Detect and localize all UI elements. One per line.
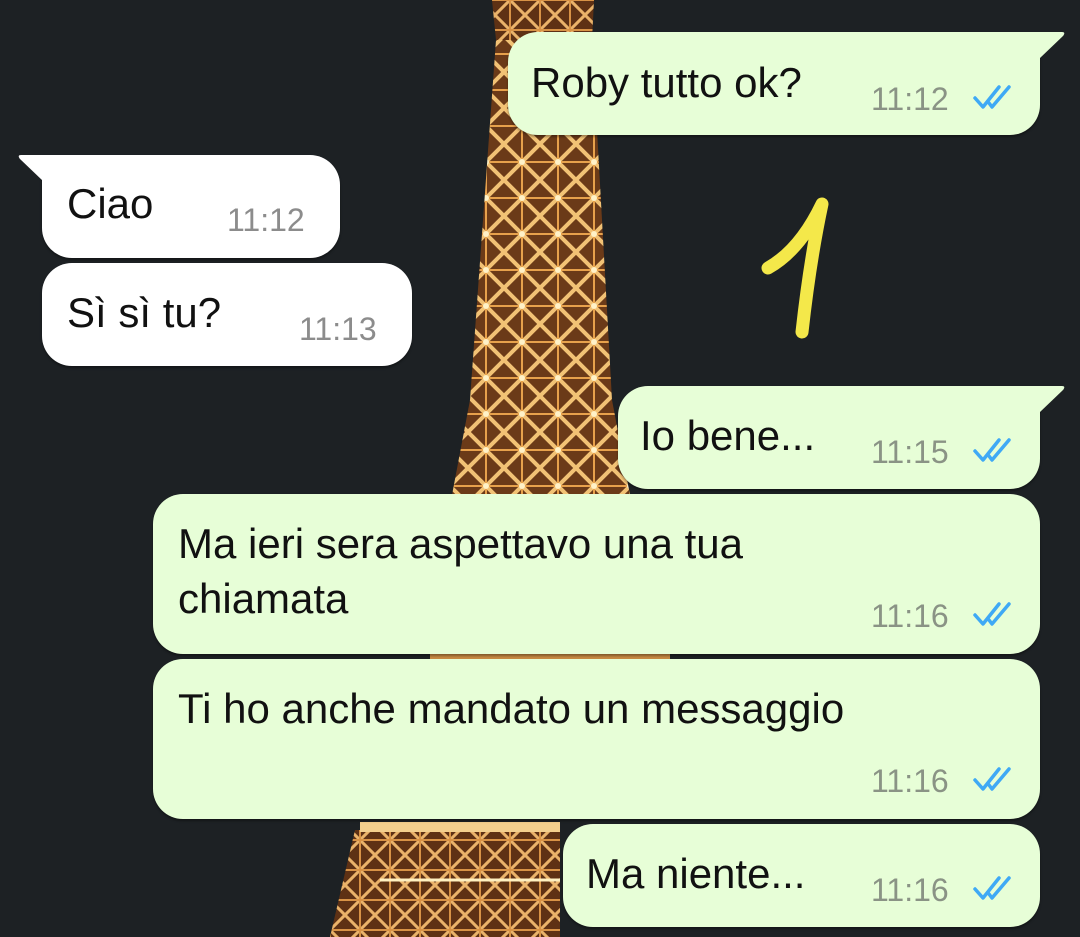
message-time: 11:15	[871, 434, 949, 470]
bubble-tail	[1040, 386, 1065, 412]
double-check-icon	[973, 85, 1011, 109]
message-time: 11:13	[299, 311, 377, 347]
handwritten-annotation	[761, 197, 829, 339]
message-time: 11:12	[871, 81, 949, 117]
message-text: Sì sì tu?	[67, 289, 222, 336]
message-text-line: Ma ieri sera aspettavo una tua	[178, 520, 743, 567]
message-text-line: chiamata	[178, 575, 349, 622]
message-bubble-outgoing[interactable]: Ma ieri sera aspettavo una tua chiamata …	[153, 494, 1040, 654]
message-text: Ma niente...	[586, 850, 806, 897]
bubble-tail	[18, 155, 43, 181]
message-bubble-incoming[interactable]: Ciao 11:12	[42, 155, 340, 258]
message-time: 11:16	[871, 872, 949, 908]
message-time: 11:16	[871, 763, 949, 799]
message-text: Io bene...	[640, 412, 816, 459]
message-text: Roby tutto ok?	[531, 59, 802, 106]
message-time: 11:16	[871, 598, 949, 634]
message-time: 11:12	[227, 202, 305, 238]
double-check-icon	[973, 602, 1011, 626]
message-bubble-outgoing[interactable]: Io bene... 11:15	[618, 386, 1040, 489]
double-check-icon	[973, 438, 1011, 462]
message-text: Ciao	[67, 180, 154, 227]
message-text: Ti ho anche mandato un messaggio	[178, 685, 845, 732]
message-bubble-outgoing[interactable]: Roby tutto ok? 11:12	[508, 32, 1040, 135]
double-check-icon	[973, 767, 1011, 791]
double-check-icon	[973, 876, 1011, 900]
message-bubble-incoming[interactable]: Sì sì tu? 11:13	[42, 263, 412, 366]
bubble-tail	[1040, 32, 1065, 58]
message-bubble-outgoing[interactable]: Ti ho anche mandato un messaggio 11:16	[153, 659, 1040, 819]
message-bubble-outgoing[interactable]: Ma niente... 11:16	[563, 824, 1040, 927]
chat-window: Roby tutto ok? 11:12 Ciao 11:12 Sì sì tu…	[0, 0, 1080, 937]
